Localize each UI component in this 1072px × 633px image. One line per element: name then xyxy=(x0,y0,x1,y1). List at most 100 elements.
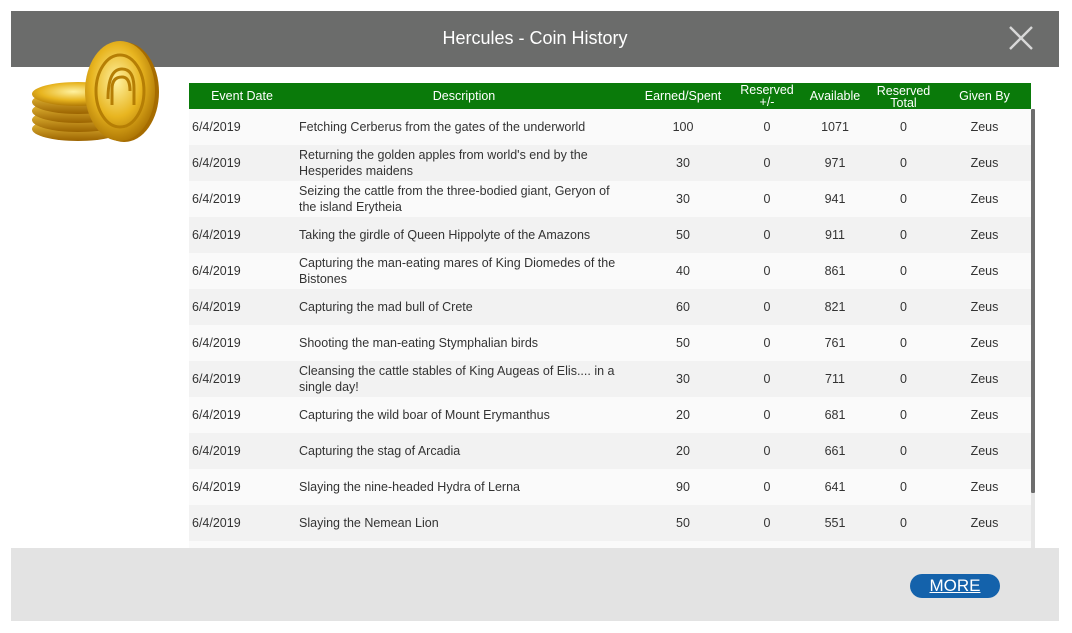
row-event-date: 6/4/2019 xyxy=(189,505,295,541)
coin-history-table-container[interactable]: Event Date Description Earned/Spent Rese… xyxy=(189,83,1035,549)
row-reserved: 0 xyxy=(733,181,801,217)
row-reserved-total: 0 xyxy=(869,145,938,181)
row-earned-spent: 50 xyxy=(633,217,733,253)
row-description: Capturing the man-eating mares of King D… xyxy=(295,253,633,289)
row-available: 941 xyxy=(801,181,869,217)
coin-history-modal: Hercules - Coin History Event Date Descr… xyxy=(11,11,1059,621)
row-given-by: Zeus xyxy=(938,217,1031,253)
row-earned-spent: 30 xyxy=(633,361,733,397)
row-description: Seizing the cattle from the three-bodied… xyxy=(295,181,633,217)
row-given-by: Zeus xyxy=(938,361,1031,397)
row-available: 681 xyxy=(801,397,869,433)
table-row: 6/4/2019 Shooting the man-eating Stymphal… xyxy=(189,325,1031,361)
row-description: Capturing the stag of Arcadia xyxy=(295,433,633,469)
modal-titlebar: Hercules - Coin History xyxy=(11,11,1059,67)
row-earned-spent: 20 xyxy=(633,397,733,433)
row-reserved: 0 xyxy=(733,397,801,433)
row-reserved: 0 xyxy=(733,253,801,289)
table-row: 6/4/2019 Capturing the stag of Arcadia 20 0… xyxy=(189,433,1031,469)
header-event-date[interactable]: Event Date xyxy=(189,83,295,109)
table-scrollbar-track[interactable] xyxy=(1031,493,1035,549)
row-earned-spent: 30 xyxy=(633,145,733,181)
row-reserved-total: 0 xyxy=(869,253,938,289)
row-earned-spent: 60 xyxy=(633,289,733,325)
table-row: 6/4/2019 Capturing the man-eating mares o… xyxy=(189,253,1031,289)
header-reserved[interactable]: Reserved +/- xyxy=(733,83,801,109)
row-event-date: 6/4/2019 xyxy=(189,469,295,505)
header-reserved-total[interactable]: Reserved Total xyxy=(869,83,938,109)
row-available: 821 xyxy=(801,289,869,325)
row-description: Cleansing the cattle stables of King Aug… xyxy=(295,361,633,397)
row-description: Capturing the wild boar of Mount Erymant… xyxy=(295,397,633,433)
row-reserved: 0 xyxy=(733,505,801,541)
header-given-by[interactable]: Given By xyxy=(938,83,1031,109)
row-reserved: 0 xyxy=(733,109,801,145)
table-header-row: Event Date Description Earned/Spent Rese… xyxy=(189,83,1031,109)
row-available: 861 xyxy=(801,253,869,289)
row-reserved-total: 0 xyxy=(869,397,938,433)
row-description: Slaying the nine-headed Hydra of Lerna xyxy=(295,469,633,505)
row-description: Fetching Cerberus from the gates of the … xyxy=(295,109,633,145)
row-earned-spent: 50 xyxy=(633,505,733,541)
row-earned-spent: 50 xyxy=(633,325,733,361)
row-event-date: 6/4/2019 xyxy=(189,253,295,289)
close-icon[interactable] xyxy=(1005,22,1037,54)
row-event-date: 6/4/2019 xyxy=(189,325,295,361)
table-scrollbar-thumb[interactable] xyxy=(1031,109,1035,493)
row-description: Slaying the Nemean Lion xyxy=(295,505,633,541)
row-reserved: 0 xyxy=(733,325,801,361)
row-given-by: Zeus xyxy=(938,397,1031,433)
row-reserved: 0 xyxy=(733,289,801,325)
row-description: Capturing the mad bull of Crete xyxy=(295,289,633,325)
row-reserved: 0 xyxy=(733,145,801,181)
row-description: Taking the girdle of Queen Hippolyte of … xyxy=(295,217,633,253)
header-earned-spent[interactable]: Earned/Spent xyxy=(633,83,733,109)
row-available: 761 xyxy=(801,325,869,361)
row-event-date: 6/4/2019 xyxy=(189,109,295,145)
table-row: 6/4/2019 Slaying the Nemean Lion 50 0 551 0 Ze… xyxy=(189,505,1031,541)
row-description: Shooting the man-eating Stymphalian bird… xyxy=(295,325,633,361)
row-reserved: 0 xyxy=(733,217,801,253)
row-reserved-total: 0 xyxy=(869,505,938,541)
modal-title: Hercules - Coin History xyxy=(442,28,628,48)
row-event-date: 6/4/2019 xyxy=(189,289,295,325)
row-reserved-total: 0 xyxy=(869,361,938,397)
table-row: 6/4/2019 Capturing the wild boar of Mount… xyxy=(189,397,1031,433)
row-given-by: Zeus xyxy=(938,109,1031,145)
more-button[interactable]: MORE xyxy=(910,574,1000,598)
table-row: 6/4/2019 Seizing the cattle from the thre… xyxy=(189,181,1031,217)
row-event-date: 6/4/2019 xyxy=(189,433,295,469)
row-reserved-total: 0 xyxy=(869,109,938,145)
row-available: 911 xyxy=(801,217,869,253)
row-available: 641 xyxy=(801,469,869,505)
table-row: 6/4/2019 Fetching Cerberus from the gates… xyxy=(189,109,1031,145)
row-given-by: Zeus xyxy=(938,469,1031,505)
row-earned-spent: 30 xyxy=(633,181,733,217)
row-earned-spent: 20 xyxy=(633,433,733,469)
row-reserved-total: 0 xyxy=(869,433,938,469)
row-event-date: 6/4/2019 xyxy=(189,145,295,181)
table-row: 6/4/2019 Slaying the nine-headed Hydra of… xyxy=(189,469,1031,505)
row-available: 551 xyxy=(801,505,869,541)
row-given-by: Zeus xyxy=(938,433,1031,469)
gold-coins-icon xyxy=(28,39,163,149)
table-row: 6/4/2019 Returning the golden apples from… xyxy=(189,145,1031,181)
row-available: 1071 xyxy=(801,109,869,145)
table-row: 6/4/2019 Taking the girdle of Queen Hippo… xyxy=(189,217,1031,253)
row-available: 711 xyxy=(801,361,869,397)
modal-footer: MORE xyxy=(11,548,1059,621)
row-reserved-total: 0 xyxy=(869,469,938,505)
row-given-by: Zeus xyxy=(938,289,1031,325)
row-event-date: 6/4/2019 xyxy=(189,181,295,217)
row-reserved: 0 xyxy=(733,469,801,505)
header-available[interactable]: Available xyxy=(801,83,869,109)
row-description: Returning the golden apples from world's… xyxy=(295,145,633,181)
header-description[interactable]: Description xyxy=(295,83,633,109)
table-row: 6/4/2019 Cleansing the cattle stables of … xyxy=(189,361,1031,397)
row-earned-spent: 90 xyxy=(633,469,733,505)
row-reserved: 0 xyxy=(733,361,801,397)
row-reserved: 0 xyxy=(733,433,801,469)
row-given-by: Zeus xyxy=(938,181,1031,217)
row-reserved-total: 0 xyxy=(869,325,938,361)
row-earned-spent: 100 xyxy=(633,109,733,145)
